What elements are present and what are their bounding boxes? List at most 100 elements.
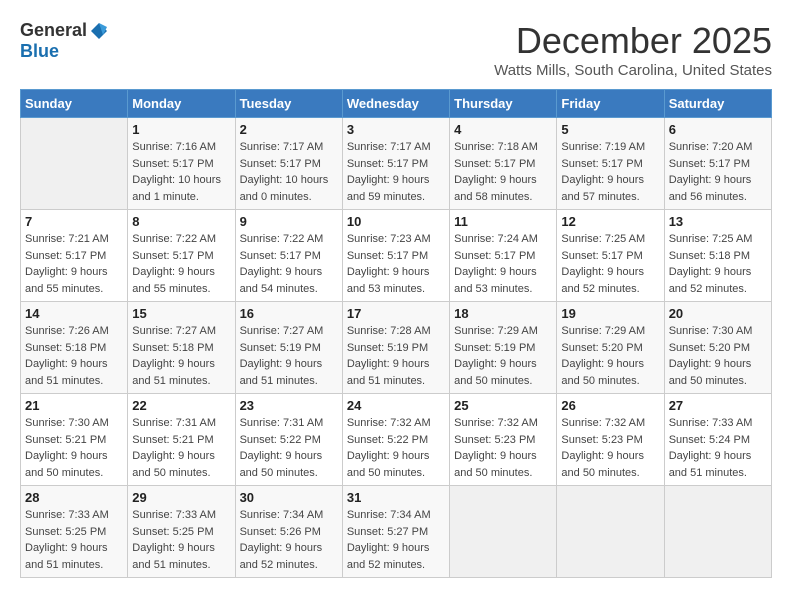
- day-info: Sunrise: 7:27 AM Sunset: 5:19 PM Dayligh…: [240, 323, 338, 389]
- day-info: Sunrise: 7:31 AM Sunset: 5:22 PM Dayligh…: [240, 415, 338, 481]
- day-number: 5: [561, 122, 659, 137]
- day-info: Sunrise: 7:25 AM Sunset: 5:18 PM Dayligh…: [669, 231, 767, 297]
- calendar-cell: 18 Sunrise: 7:29 AM Sunset: 5:19 PM Dayli…: [450, 302, 557, 394]
- calendar-cell: 23 Sunrise: 7:31 AM Sunset: 5:22 PM Dayli…: [235, 394, 342, 486]
- day-info: Sunrise: 7:17 AM Sunset: 5:17 PM Dayligh…: [240, 139, 338, 205]
- logo: General Blue: [20, 20, 109, 62]
- day-info: Sunrise: 7:33 AM Sunset: 5:25 PM Dayligh…: [132, 507, 230, 573]
- calendar-cell: [450, 486, 557, 578]
- header-day-monday: Monday: [128, 90, 235, 118]
- calendar-cell: 24 Sunrise: 7:32 AM Sunset: 5:22 PM Dayli…: [342, 394, 449, 486]
- day-info: Sunrise: 7:30 AM Sunset: 5:20 PM Dayligh…: [669, 323, 767, 389]
- logo-general-text: General: [20, 20, 87, 41]
- day-number: 16: [240, 306, 338, 321]
- day-number: 20: [669, 306, 767, 321]
- header-day-tuesday: Tuesday: [235, 90, 342, 118]
- day-number: 13: [669, 214, 767, 229]
- day-number: 3: [347, 122, 445, 137]
- day-info: Sunrise: 7:30 AM Sunset: 5:21 PM Dayligh…: [25, 415, 123, 481]
- calendar-cell: 20 Sunrise: 7:30 AM Sunset: 5:20 PM Dayli…: [664, 302, 771, 394]
- day-number: 30: [240, 490, 338, 505]
- day-number: 25: [454, 398, 552, 413]
- day-number: 14: [25, 306, 123, 321]
- calendar-cell: 26 Sunrise: 7:32 AM Sunset: 5:23 PM Dayli…: [557, 394, 664, 486]
- calendar-cell: 2 Sunrise: 7:17 AM Sunset: 5:17 PM Daylig…: [235, 118, 342, 210]
- day-number: 17: [347, 306, 445, 321]
- logo-icon: [89, 21, 109, 41]
- calendar-week-2: 7Sunrise: 7:21 AM Sunset: 5:17 PM Daylig…: [21, 210, 772, 302]
- day-number: 18: [454, 306, 552, 321]
- day-info: Sunrise: 7:34 AM Sunset: 5:26 PM Dayligh…: [240, 507, 338, 573]
- calendar-cell: 17 Sunrise: 7:28 AM Sunset: 5:19 PM Dayli…: [342, 302, 449, 394]
- calendar-cell: 8 Sunrise: 7:22 AM Sunset: 5:17 PM Daylig…: [128, 210, 235, 302]
- header-day-friday: Friday: [557, 90, 664, 118]
- day-number: 12: [561, 214, 659, 229]
- day-info: Sunrise: 7:20 AM Sunset: 5:17 PM Dayligh…: [669, 139, 767, 205]
- calendar-cell: 14 Sunrise: 7:26 AM Sunset: 5:18 PM Dayli…: [21, 302, 128, 394]
- day-info: Sunrise: 7:29 AM Sunset: 5:19 PM Dayligh…: [454, 323, 552, 389]
- calendar-cell: 10Sunrise: 7:23 AM Sunset: 5:17 PM Dayli…: [342, 210, 449, 302]
- calendar-cell: 7Sunrise: 7:21 AM Sunset: 5:17 PM Daylig…: [21, 210, 128, 302]
- day-number: 19: [561, 306, 659, 321]
- day-info: Sunrise: 7:33 AM Sunset: 5:24 PM Dayligh…: [669, 415, 767, 481]
- day-info: Sunrise: 7:33 AM Sunset: 5:25 PM Dayligh…: [25, 507, 123, 573]
- page-header: General Blue December 2025 Watts Mills, …: [20, 20, 772, 79]
- day-number: 23: [240, 398, 338, 413]
- calendar-week-4: 21Sunrise: 7:30 AM Sunset: 5:21 PM Dayli…: [21, 394, 772, 486]
- logo-blue-text: Blue: [20, 41, 59, 62]
- day-info: Sunrise: 7:32 AM Sunset: 5:23 PM Dayligh…: [561, 415, 659, 481]
- calendar-table: SundayMondayTuesdayWednesdayThursdayFrid…: [20, 89, 772, 578]
- day-info: Sunrise: 7:16 AM Sunset: 5:17 PM Dayligh…: [132, 139, 230, 205]
- day-info: Sunrise: 7:27 AM Sunset: 5:18 PM Dayligh…: [132, 323, 230, 389]
- calendar-week-1: 1 Sunrise: 7:16 AM Sunset: 5:17 PM Daylig…: [21, 118, 772, 210]
- day-info: Sunrise: 7:19 AM Sunset: 5:17 PM Dayligh…: [561, 139, 659, 205]
- day-number: 1: [132, 122, 230, 137]
- header-row: SundayMondayTuesdayWednesdayThursdayFrid…: [21, 90, 772, 118]
- calendar-cell: 3Sunrise: 7:17 AM Sunset: 5:17 PM Daylig…: [342, 118, 449, 210]
- calendar-cell: 6 Sunrise: 7:20 AM Sunset: 5:17 PM Daylig…: [664, 118, 771, 210]
- day-number: 28: [25, 490, 123, 505]
- calendar-cell: 1 Sunrise: 7:16 AM Sunset: 5:17 PM Daylig…: [128, 118, 235, 210]
- location-subtitle: Watts Mills, South Carolina, United Stat…: [494, 62, 772, 79]
- day-info: Sunrise: 7:32 AM Sunset: 5:23 PM Dayligh…: [454, 415, 552, 481]
- day-number: 11: [454, 214, 552, 229]
- day-number: 6: [669, 122, 767, 137]
- header-day-thursday: Thursday: [450, 90, 557, 118]
- day-info: Sunrise: 7:25 AM Sunset: 5:17 PM Dayligh…: [561, 231, 659, 297]
- title-section: December 2025 Watts Mills, South Carolin…: [494, 20, 772, 79]
- calendar-cell: 27 Sunrise: 7:33 AM Sunset: 5:24 PM Dayli…: [664, 394, 771, 486]
- day-info: Sunrise: 7:28 AM Sunset: 5:19 PM Dayligh…: [347, 323, 445, 389]
- calendar-cell: 9 Sunrise: 7:22 AM Sunset: 5:17 PM Daylig…: [235, 210, 342, 302]
- day-number: 24: [347, 398, 445, 413]
- calendar-cell: 19 Sunrise: 7:29 AM Sunset: 5:20 PM Dayli…: [557, 302, 664, 394]
- day-info: Sunrise: 7:26 AM Sunset: 5:18 PM Dayligh…: [25, 323, 123, 389]
- calendar-cell: 21Sunrise: 7:30 AM Sunset: 5:21 PM Dayli…: [21, 394, 128, 486]
- day-number: 29: [132, 490, 230, 505]
- day-number: 27: [669, 398, 767, 413]
- day-info: Sunrise: 7:22 AM Sunset: 5:17 PM Dayligh…: [240, 231, 338, 297]
- calendar-cell: 4 Sunrise: 7:18 AM Sunset: 5:17 PM Daylig…: [450, 118, 557, 210]
- day-number: 2: [240, 122, 338, 137]
- calendar-cell: 11 Sunrise: 7:24 AM Sunset: 5:17 PM Dayli…: [450, 210, 557, 302]
- calendar-week-3: 14 Sunrise: 7:26 AM Sunset: 5:18 PM Dayli…: [21, 302, 772, 394]
- calendar-week-5: 28 Sunrise: 7:33 AM Sunset: 5:25 PM Dayli…: [21, 486, 772, 578]
- day-info: Sunrise: 7:34 AM Sunset: 5:27 PM Dayligh…: [347, 507, 445, 573]
- day-info: Sunrise: 7:29 AM Sunset: 5:20 PM Dayligh…: [561, 323, 659, 389]
- day-info: Sunrise: 7:23 AM Sunset: 5:17 PM Dayligh…: [347, 231, 445, 297]
- calendar-cell: 12 Sunrise: 7:25 AM Sunset: 5:17 PM Dayli…: [557, 210, 664, 302]
- day-info: Sunrise: 7:18 AM Sunset: 5:17 PM Dayligh…: [454, 139, 552, 205]
- calendar-cell: 16 Sunrise: 7:27 AM Sunset: 5:19 PM Dayli…: [235, 302, 342, 394]
- day-number: 26: [561, 398, 659, 413]
- day-number: 8: [132, 214, 230, 229]
- calendar-cell: [21, 118, 128, 210]
- day-number: 9: [240, 214, 338, 229]
- day-info: Sunrise: 7:21 AM Sunset: 5:17 PM Dayligh…: [25, 231, 123, 297]
- day-info: Sunrise: 7:32 AM Sunset: 5:22 PM Dayligh…: [347, 415, 445, 481]
- day-info: Sunrise: 7:22 AM Sunset: 5:17 PM Dayligh…: [132, 231, 230, 297]
- day-number: 4: [454, 122, 552, 137]
- day-info: Sunrise: 7:24 AM Sunset: 5:17 PM Dayligh…: [454, 231, 552, 297]
- calendar-cell: 25 Sunrise: 7:32 AM Sunset: 5:23 PM Dayli…: [450, 394, 557, 486]
- calendar-cell: [664, 486, 771, 578]
- calendar-cell: 30 Sunrise: 7:34 AM Sunset: 5:26 PM Dayli…: [235, 486, 342, 578]
- header-day-sunday: Sunday: [21, 90, 128, 118]
